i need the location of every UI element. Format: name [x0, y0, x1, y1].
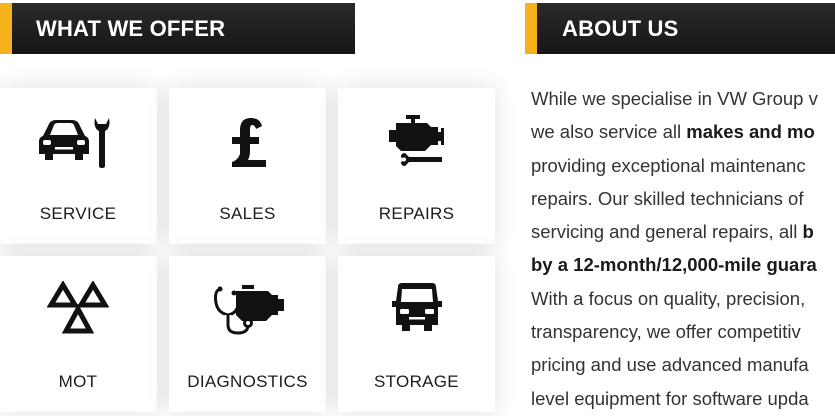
about-line: we also service all makes and mo [531, 121, 815, 143]
storage-label: STORAGE [374, 372, 459, 391]
header-accent-bar [525, 3, 537, 54]
about-line: by a 12-month/12,000-mile guara [531, 254, 817, 276]
about-line: transparency, we offer competitiv [531, 321, 801, 343]
about-line: With a focus on quality, precision, [531, 287, 806, 309]
van-icon [338, 278, 495, 340]
services-grid: SERVICE SALES REPAIRS MOT DIAGNOSTICS ST… [0, 88, 500, 416]
about-us-body: While we specialise in VW Group v we als… [531, 82, 835, 415]
about-us-header: ABOUT US [525, 3, 835, 54]
mot-tile[interactable]: MOT [0, 256, 157, 412]
about-line: pricing and use advanced manufa [531, 354, 809, 376]
about-line: providing exceptional maintenanc [531, 154, 806, 176]
header-accent-bar [0, 3, 12, 54]
pound-sign-icon [169, 110, 326, 172]
diagnostics-tile[interactable]: DIAGNOSTICS [169, 256, 326, 412]
service-tile[interactable]: SERVICE [0, 88, 157, 244]
about-line: servicing and general repairs, all b [531, 221, 814, 243]
mot-triangles-icon [0, 278, 157, 340]
about-us-title: ABOUT US [562, 15, 679, 41]
about-line: level equipment for software upda [531, 387, 809, 409]
engine-wrench-icon [338, 110, 495, 172]
repairs-label: REPAIRS [378, 204, 455, 223]
storage-tile[interactable]: STORAGE [338, 256, 495, 412]
what-we-offer-title: WHAT WE OFFER [36, 15, 226, 41]
sales-label: SALES [219, 204, 276, 223]
engine-stethoscope-icon [169, 278, 326, 340]
service-label: SERVICE [39, 204, 117, 223]
sales-tile[interactable]: SALES [169, 88, 326, 244]
about-line: repairs. Our skilled technicians of [531, 187, 804, 209]
repairs-tile[interactable]: REPAIRS [338, 88, 495, 244]
mot-label: MOT [58, 372, 98, 391]
about-line: While we specialise in VW Group v [531, 88, 818, 109]
diagnostics-label: DIAGNOSTICS [187, 372, 308, 391]
car-wrench-icon [0, 110, 157, 172]
what-we-offer-header: WHAT WE OFFER [0, 3, 355, 54]
